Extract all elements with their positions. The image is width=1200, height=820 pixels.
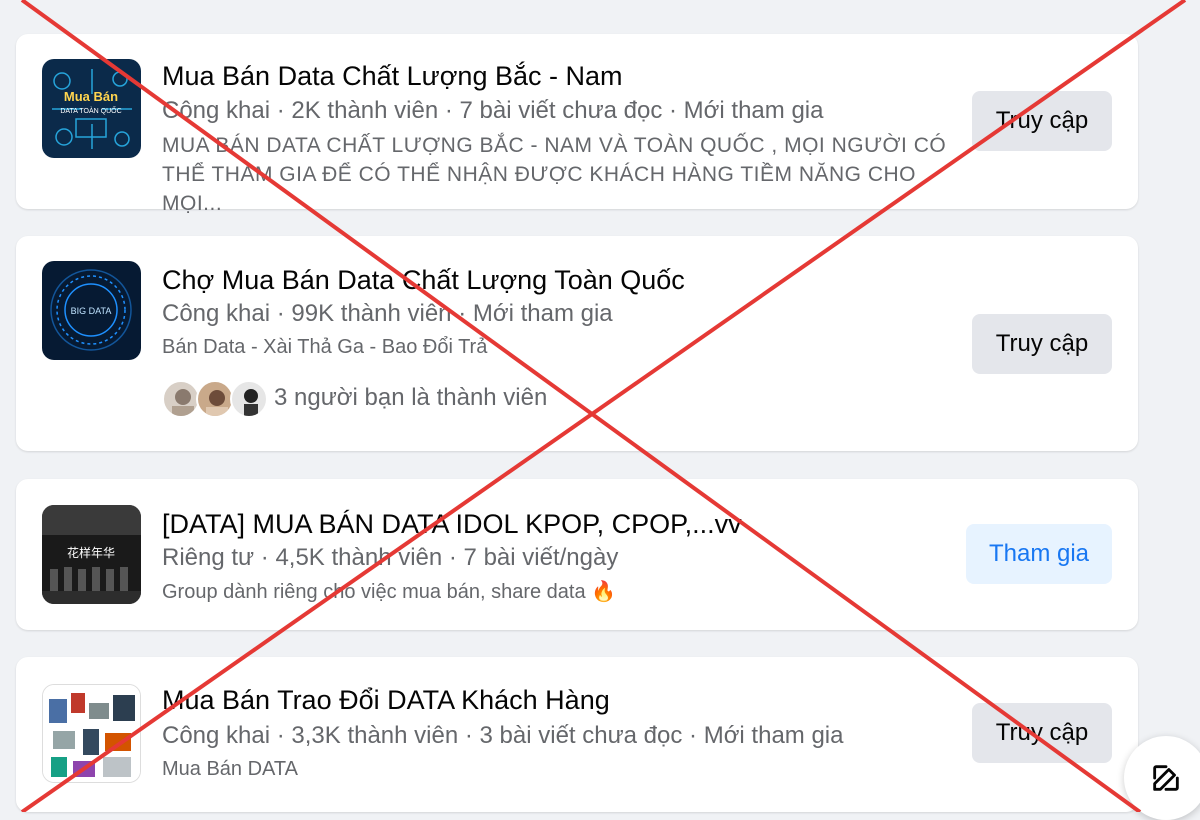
avatar [230,380,268,418]
visit-button[interactable]: Truy cập [972,314,1112,374]
group-card[interactable]: Mua Bán Trao Đổi DATA Khách Hàng Công kh… [16,657,1138,812]
group-thumbnail[interactable]: BIG DATA [42,261,141,360]
group-title[interactable]: Mua Bán Data Chất Lượng Bắc - Nam [162,61,623,92]
group-title[interactable]: [DATA] MUA BÁN DATA IDOL KPOP, CPOP,...v… [162,509,742,540]
compose-icon [1153,765,1179,791]
avatar [196,380,234,418]
group-thumbnail[interactable]: Mua Bán DATA TOÀN QUỐC [42,59,141,158]
group-meta: Riêng tư · 4,5K thành viên · 7 bài viết/… [162,544,619,571]
group-title[interactable]: Chợ Mua Bán Data Chất Lượng Toàn Quốc [162,265,685,296]
avatar [162,380,200,418]
group-description: Group dành riêng cho việc mua bán, share… [162,581,617,603]
compose-button[interactable] [1124,736,1200,820]
group-meta: Công khai · 2K thành viên · 7 bài viết c… [162,97,824,124]
group-thumbnail[interactable]: 花样年华 [42,505,141,604]
group-description: MUA BÁN DATA CHẤT LƯỢNG BẮC - NAM VÀ TOÀ… [162,134,947,215]
group-description: Mua Bán DATA [162,758,298,780]
visit-button[interactable]: Truy cập [972,703,1112,763]
join-button[interactable]: Tham gia [966,524,1112,584]
friends-count: 3 người bạn là thành viên [274,384,548,411]
group-meta: Công khai · 3,3K thành viên · 3 bài viết… [162,722,844,749]
friend-avatars[interactable] [162,380,272,418]
svg-text:BIG DATA: BIG DATA [71,306,112,316]
group-thumbnail[interactable] [42,684,141,783]
group-title[interactable]: Mua Bán Trao Đổi DATA Khách Hàng [162,685,610,716]
svg-text:Mua Bán: Mua Bán [64,89,118,104]
visit-button[interactable]: Truy cập [972,91,1112,151]
svg-text:花样年华: 花样年华 [67,545,115,560]
group-card[interactable]: BIG DATA Chợ Mua Bán Data Chất Lượng Toà… [16,236,1138,451]
group-description: Bán Data - Xài Thả Ga - Bao Đổi Trả [162,336,488,358]
group-card[interactable]: 花样年华 [DATA] MUA BÁN DATA IDOL KPOP, CPOP… [16,479,1138,630]
group-meta: Công khai · 99K thành viên · Mới tham gi… [162,300,613,327]
group-card[interactable]: Mua Bán DATA TOÀN QUỐC Mua Bán Data Chất… [16,34,1138,215]
